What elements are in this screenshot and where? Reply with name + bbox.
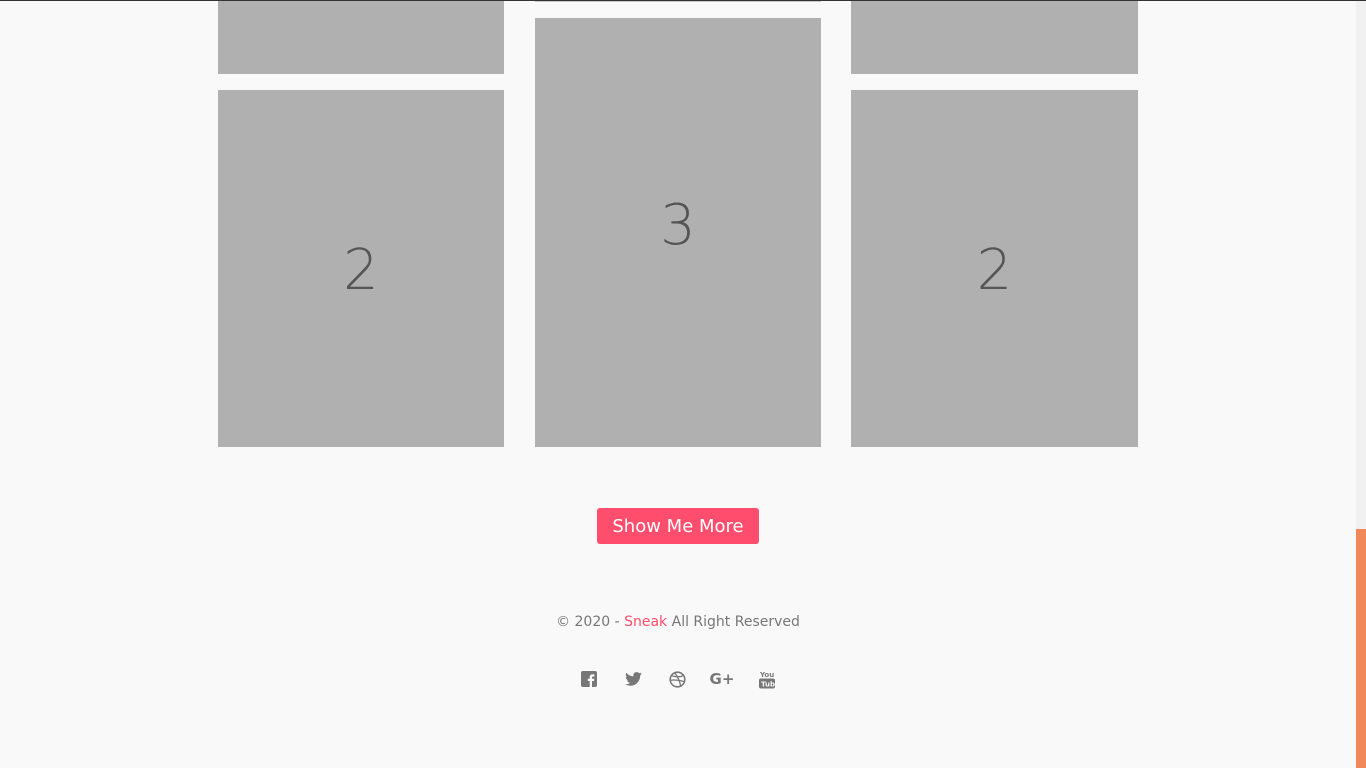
- copyright-prefix: © 2020 -: [556, 614, 625, 630]
- grid-tile[interactable]: [218, 1, 504, 74]
- grid-tile[interactable]: 2: [851, 90, 1138, 447]
- grid-tile[interactable]: [535, 1, 821, 2]
- grid-tile[interactable]: 2: [218, 90, 504, 447]
- dribbble-icon[interactable]: [665, 667, 689, 691]
- grid-tile[interactable]: [851, 1, 1138, 74]
- brand-link[interactable]: Sneak: [624, 614, 667, 630]
- tile-label: 2: [976, 237, 1013, 303]
- copyright-suffix: All Right Reserved: [667, 614, 800, 630]
- svg-text:You: You: [759, 671, 774, 679]
- tile-label: 2: [343, 237, 379, 303]
- show-more-button[interactable]: Show Me More: [597, 508, 759, 544]
- youtube-icon[interactable]: You Tube: [755, 667, 779, 691]
- scrollbar-thumb[interactable]: [1356, 529, 1366, 768]
- google-plus-icon[interactable]: G+: [709, 667, 735, 691]
- footer-copyright: © 2020 - Sneak All Right Reserved: [0, 614, 1356, 630]
- page: 2 3 2 Show Me More © 2020 - Sneak All Ri…: [0, 0, 1366, 768]
- svg-text:Tube: Tube: [761, 680, 775, 688]
- grid-tile[interactable]: 3: [535, 18, 821, 447]
- tile-label: 3: [660, 192, 696, 258]
- social-links: G+ You Tube: [0, 667, 1356, 691]
- facebook-icon[interactable]: [577, 667, 601, 691]
- twitter-icon[interactable]: [621, 667, 645, 691]
